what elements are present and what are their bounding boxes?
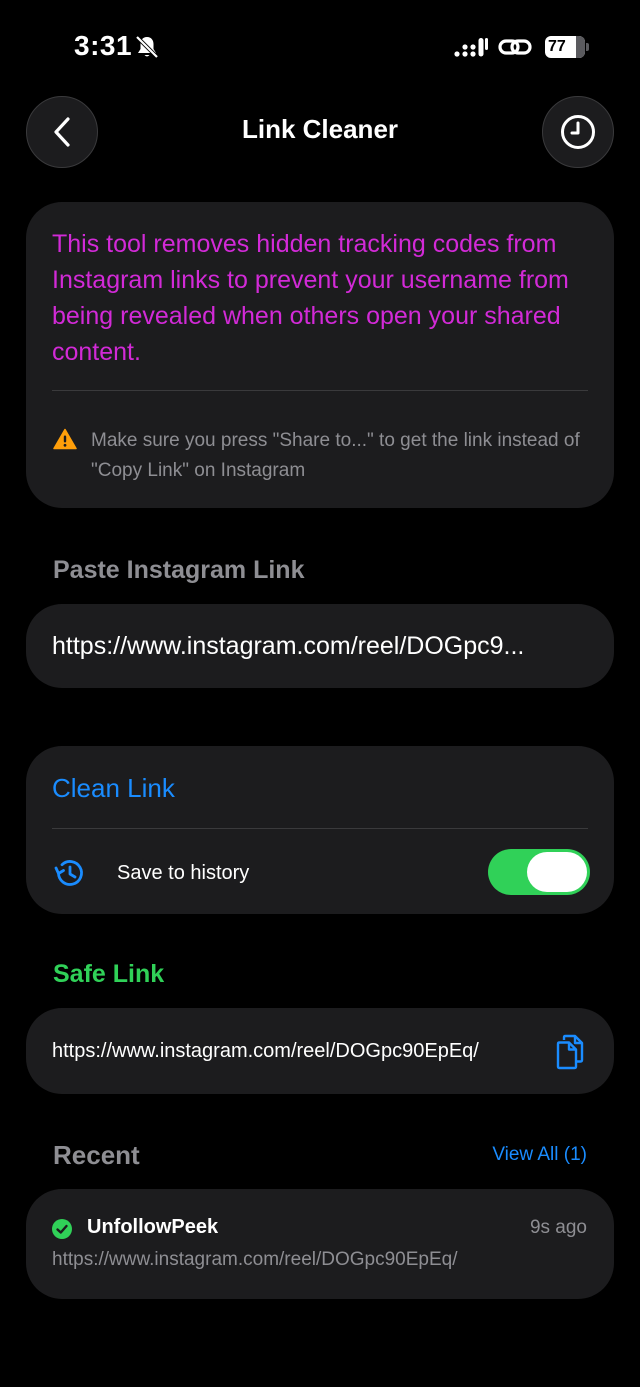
bell-slash-icon [135, 35, 159, 59]
clock-icon [561, 115, 595, 149]
history-icon [54, 860, 83, 886]
divider [52, 390, 588, 391]
recent-item-time: 9s ago [529, 1217, 587, 1238]
save-history-toggle[interactable] [488, 849, 590, 895]
divider [52, 828, 588, 829]
link-cleaner-screen: 3:31 77 Link Cleaner This tool removes h… [0, 0, 640, 1387]
recent-heading: Recent [53, 1140, 140, 1170]
url-input-container [26, 604, 614, 688]
link-icon [498, 39, 532, 55]
warning-triangle-icon [53, 428, 77, 450]
battery-level: 77 [548, 38, 566, 55]
warning-text: Make sure you press "Share to..." to get… [91, 430, 580, 481]
clean-link-button[interactable]: Clean Link [52, 770, 175, 806]
recent-item-url: https://www.instagram.com/reel/DOGpc90Ep… [52, 1249, 458, 1270]
recent-item-title: UnfollowPeek [87, 1216, 219, 1238]
recent-item[interactable]: UnfollowPeek 9s ago https://www.instagra… [26, 1189, 614, 1299]
status-bar: 3:31 77 [0, 0, 640, 92]
safe-link-url: https://www.instagram.com/reel/DOGpc90Ep… [52, 1040, 479, 1062]
save-to-history-label: Save to history [117, 862, 250, 884]
paste-link-label: Paste Instagram Link [53, 556, 305, 584]
battery-icon: 77 [545, 36, 589, 58]
safe-link-label: Safe Link [53, 960, 165, 988]
copy-icon[interactable] [554, 1034, 586, 1070]
view-all-link[interactable]: View All (1) [492, 1144, 587, 1166]
safe-link-card: https://www.instagram.com/reel/DOGpc90Ep… [26, 1008, 614, 1094]
toggle-knob [527, 852, 587, 892]
instagram-link-input[interactable] [52, 604, 592, 688]
clean-card: Clean Link Save to history [26, 746, 614, 914]
signal-icon [454, 38, 488, 57]
info-description: This tool removes hidden tracking codes … [52, 230, 569, 366]
check-circle-icon [52, 1219, 72, 1239]
history-button[interactable] [542, 96, 614, 168]
status-time: 3:31 [74, 30, 133, 61]
